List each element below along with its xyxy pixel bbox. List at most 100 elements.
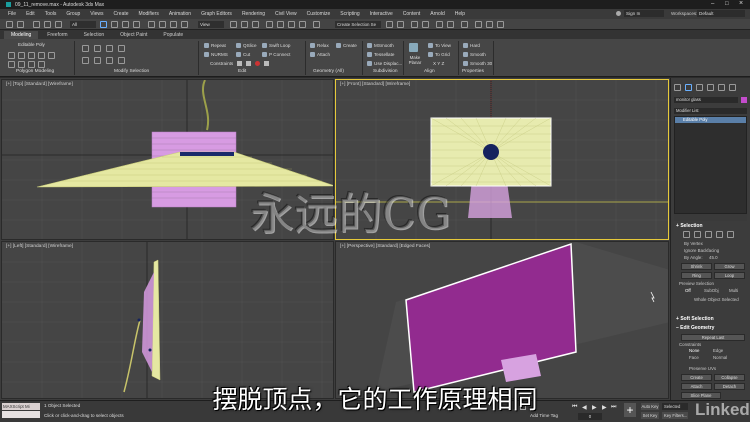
by-angle-checkbox[interactable]: By Angle: xyxy=(684,255,703,260)
menu-civil-view[interactable]: Civil View xyxy=(275,11,297,17)
viewport-left[interactable]: [+] [Left] [Standard] [Wireframe] xyxy=(1,241,334,399)
preserve-uvs-checkbox[interactable]: Preserve UVs xyxy=(689,366,716,371)
repeat-button[interactable]: Repeat xyxy=(204,43,226,48)
layer-explorer-icon[interactable] xyxy=(411,21,418,28)
polygon-mode-icon[interactable] xyxy=(38,52,45,59)
tessellate-button[interactable]: Tessellate xyxy=(367,52,394,57)
menu-content[interactable]: Content xyxy=(403,11,421,17)
swift-loop-button[interactable]: Swift Loop xyxy=(262,43,290,48)
shrink-selection-icon[interactable] xyxy=(94,45,101,52)
edge-mode-icon[interactable] xyxy=(18,52,25,59)
constraints-button[interactable]: Constraints xyxy=(210,61,233,66)
tab-selection[interactable]: Selection xyxy=(77,31,112,39)
pivot-center-icon[interactable] xyxy=(230,21,237,28)
tab-populate[interactable]: Populate xyxy=(156,31,190,39)
menu-help[interactable]: Help xyxy=(455,11,465,17)
border-mode-icon[interactable] xyxy=(28,52,35,59)
dot-loop-icon[interactable] xyxy=(118,57,125,64)
object-name-field[interactable]: monitor glass xyxy=(674,97,738,103)
selection-rollout[interactable]: + Selection xyxy=(676,223,703,229)
edit-geometry-rollout[interactable]: – Edit Geometry xyxy=(676,325,714,331)
loop-selection-icon[interactable] xyxy=(106,45,113,52)
constraint-none-radio[interactable]: None xyxy=(689,348,700,353)
menu-views[interactable]: Views xyxy=(90,11,103,17)
menu-create[interactable]: Create xyxy=(114,11,129,17)
rectangular-selection-icon[interactable] xyxy=(122,21,129,28)
menu-graph-editors[interactable]: Graph Editors xyxy=(201,11,232,17)
make-planar-label[interactable]: Make Planar xyxy=(407,55,423,65)
snaps-toggle-icon[interactable] xyxy=(266,21,273,28)
use-displacement-button[interactable]: Use Displac... xyxy=(367,61,402,66)
motion-panel-icon[interactable] xyxy=(707,84,714,91)
rendered-frame-window-icon[interactable] xyxy=(486,21,493,28)
by-angle-value[interactable]: 45.0 xyxy=(709,255,718,260)
qslice-button[interactable]: QSlice xyxy=(236,43,257,48)
workspace-dropdown[interactable]: Default xyxy=(697,10,745,17)
scale-icon[interactable] xyxy=(170,21,177,28)
constraint-normal-icon[interactable] xyxy=(264,61,269,66)
spinner-snap-icon[interactable] xyxy=(299,21,306,28)
object-color-swatch[interactable] xyxy=(741,97,747,103)
ignore-backfacing-checkbox[interactable]: Ignore Backfacing xyxy=(684,248,719,253)
ring-mode-icon[interactable] xyxy=(94,57,101,64)
grow-selection-icon[interactable] xyxy=(82,45,89,52)
subdivision-group[interactable]: Subdivision xyxy=(373,69,398,74)
smooth-button[interactable]: Smooth xyxy=(463,52,486,57)
constraint-face-icon[interactable] xyxy=(255,61,260,66)
to-grid-button[interactable]: To Grid xyxy=(428,52,450,57)
align-icon[interactable] xyxy=(397,21,404,28)
p-connect-button[interactable]: P Connect xyxy=(262,52,290,57)
create-button[interactable]: Create xyxy=(336,43,357,48)
utilities-panel-icon[interactable] xyxy=(729,84,736,91)
edit-group[interactable]: Edit xyxy=(238,69,246,74)
schematic-view-icon[interactable] xyxy=(447,21,454,28)
ring-selection-icon[interactable] xyxy=(118,45,125,52)
menu-animation[interactable]: Animation xyxy=(169,11,191,17)
mirror-icon[interactable] xyxy=(386,21,393,28)
align-group[interactable]: Align xyxy=(424,69,435,74)
menu-group[interactable]: Group xyxy=(66,11,80,17)
toggle-cage-icon[interactable] xyxy=(38,61,45,68)
percent-snap-icon[interactable] xyxy=(288,21,295,28)
constraint-edge-icon[interactable] xyxy=(246,61,251,66)
move-icon[interactable] xyxy=(148,21,155,28)
named-selection-dropdown[interactable]: Create Selection Se xyxy=(335,21,381,28)
stack-item-editable-poly[interactable]: Editable Poly xyxy=(675,117,746,123)
toggle-ribbon-icon[interactable] xyxy=(422,21,429,28)
polygon-modeling-group[interactable]: Polygon Modeling xyxy=(16,69,54,74)
hierarchy-panel-icon[interactable] xyxy=(696,84,703,91)
constraint-face-radio[interactable]: Face xyxy=(689,355,699,360)
relax-button[interactable]: Relax xyxy=(310,43,329,48)
link-icon[interactable] xyxy=(33,21,40,28)
angle-snap-icon[interactable] xyxy=(277,21,284,28)
bind-space-warp-icon[interactable] xyxy=(55,21,62,28)
make-planar-icon[interactable] xyxy=(409,43,418,52)
preview-subobj-radio[interactable]: SubObj xyxy=(704,288,719,293)
shrink-button[interactable]: Shrink xyxy=(681,263,712,270)
loop-mode-icon[interactable] xyxy=(82,57,89,64)
modifier-stack-icon[interactable] xyxy=(8,61,15,68)
select-object-icon[interactable] xyxy=(100,21,107,28)
redo-icon[interactable] xyxy=(17,21,24,28)
step-loop-icon[interactable] xyxy=(106,57,113,64)
placement-icon[interactable] xyxy=(181,21,188,28)
minimize-button[interactable]: – xyxy=(711,1,714,7)
msmooth-button[interactable]: MSmooth xyxy=(367,43,394,48)
loop-button[interactable]: Loop xyxy=(714,272,745,279)
polygon-select-icon[interactable] xyxy=(716,231,723,238)
border-select-icon[interactable] xyxy=(705,231,712,238)
collapse-stack-icon[interactable] xyxy=(28,61,35,68)
menu-scripting[interactable]: Scripting xyxy=(340,11,359,17)
reference-coordinate-dropdown[interactable]: View xyxy=(198,21,224,28)
to-view-button[interactable]: To View xyxy=(428,43,451,48)
by-vertex-checkbox[interactable]: By Vertex xyxy=(684,241,703,246)
menu-edit[interactable]: Edit xyxy=(26,11,35,17)
constraint-none-icon[interactable] xyxy=(237,61,242,66)
geometry-all-group[interactable]: Geometry (All) xyxy=(313,69,344,74)
constraint-edge-radio[interactable]: Edge xyxy=(713,348,723,353)
sign-in-field[interactable]: Sign In xyxy=(624,10,664,17)
element-select-icon[interactable] xyxy=(727,231,734,238)
window-crossing-icon[interactable] xyxy=(133,21,140,28)
select-manipulate-icon[interactable] xyxy=(241,21,248,28)
ring-button[interactable]: Ring xyxy=(681,272,712,279)
